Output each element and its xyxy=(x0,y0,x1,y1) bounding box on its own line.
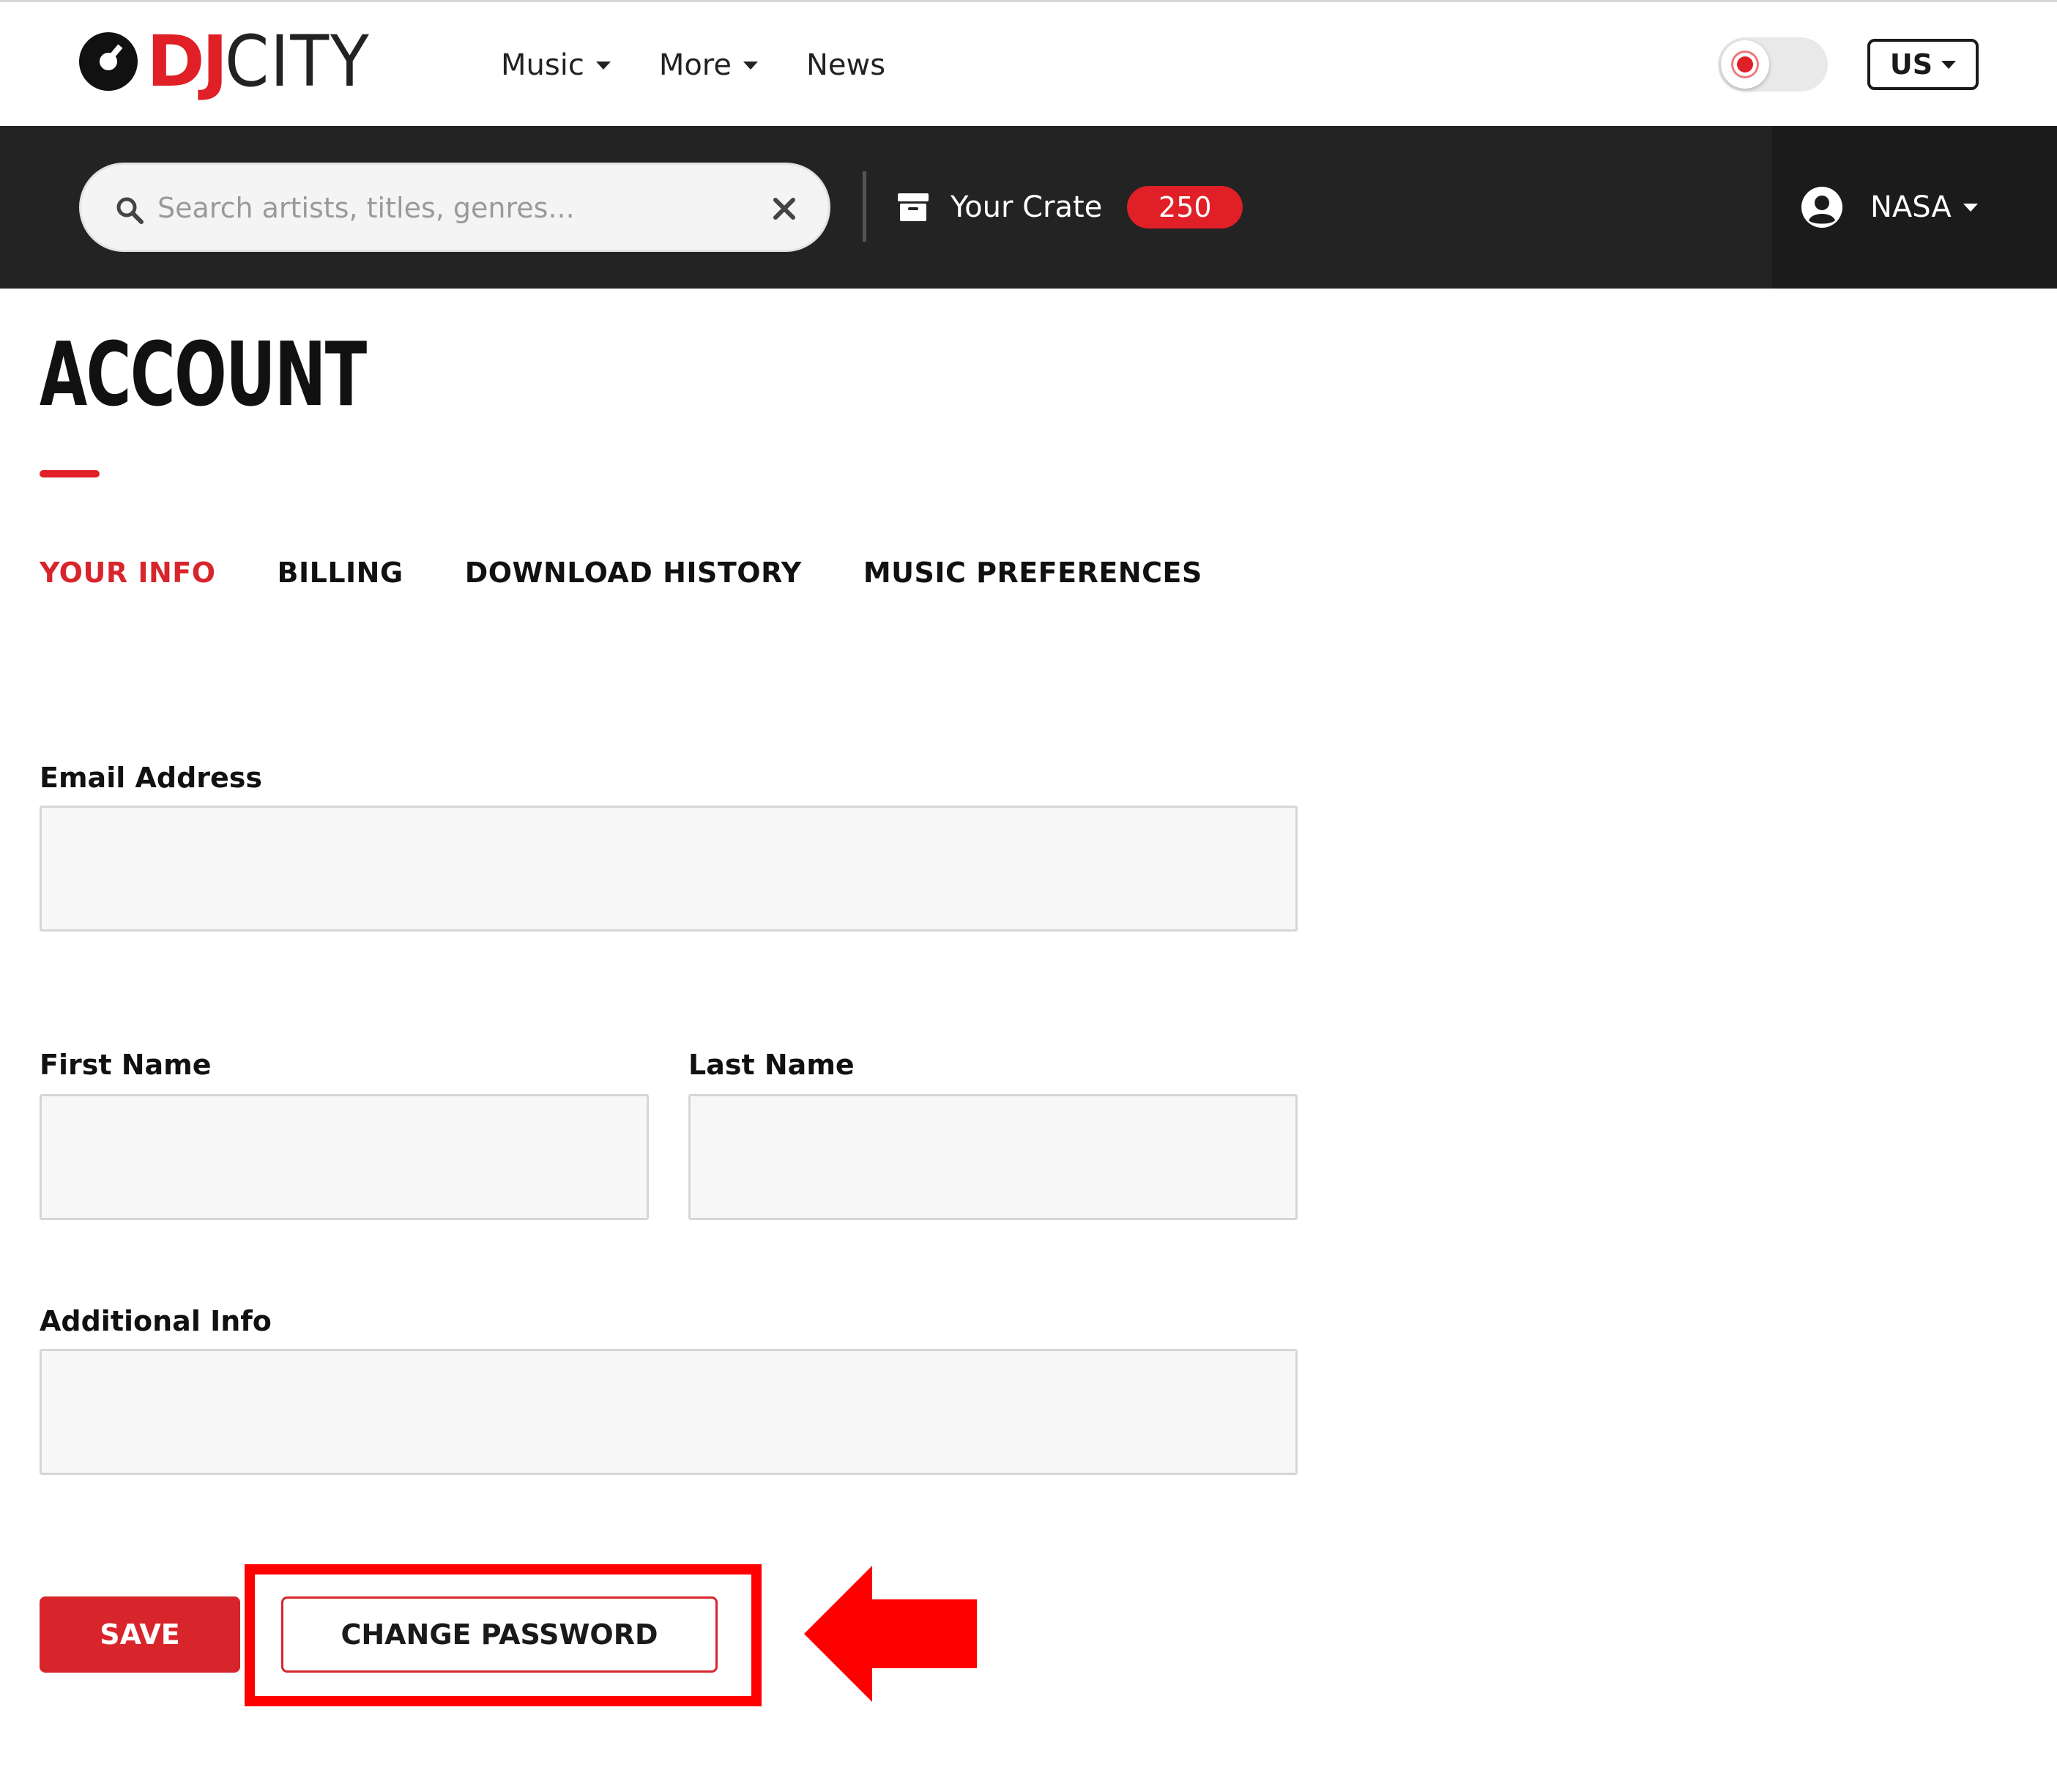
search-icon xyxy=(116,197,144,224)
tab-billing[interactable]: BILLING xyxy=(278,557,403,589)
close-icon[interactable] xyxy=(770,194,799,223)
main-nav: Music More News xyxy=(501,43,934,87)
nav-news[interactable]: News xyxy=(806,48,885,82)
search-toolbar: Your Crate 250 NASA xyxy=(0,126,2057,289)
toolbar-divider xyxy=(863,171,866,242)
additional-info-label: Additional Info xyxy=(40,1305,272,1337)
region-label: US xyxy=(1889,48,1933,81)
sun-icon xyxy=(1737,56,1753,73)
arrow-left-icon xyxy=(804,1566,977,1702)
crate-label: Your Crate xyxy=(951,190,1103,224)
account-tabs: YOUR INFO BILLING DOWNLOAD HISTORY MUSIC… xyxy=(40,557,1264,589)
toggle-knob xyxy=(1721,40,1769,89)
nav-more-label: More xyxy=(658,48,732,82)
chevron-down-icon xyxy=(1941,60,1957,69)
first-name-field[interactable] xyxy=(40,1094,649,1220)
nav-music[interactable]: Music xyxy=(501,48,611,82)
email-label: Email Address xyxy=(40,762,263,794)
email-field[interactable] xyxy=(40,806,1298,932)
user-menu[interactable]: NASA xyxy=(1801,183,1978,231)
chevron-down-icon xyxy=(595,61,611,70)
nav-news-label: News xyxy=(806,48,886,82)
user-menu-area: NASA xyxy=(1772,126,2057,289)
title-underline xyxy=(40,470,100,477)
top-navigation: DJ CITY Music More News US xyxy=(0,0,2057,126)
change-password-button[interactable]: CHANGE PASSWORD xyxy=(281,1596,718,1673)
last-name-label: Last Name xyxy=(688,1049,855,1081)
nav-more[interactable]: More xyxy=(659,48,758,82)
vinyl-record-icon xyxy=(79,32,138,91)
theme-toggle[interactable] xyxy=(1718,37,1828,92)
save-button[interactable]: SAVE xyxy=(40,1596,240,1673)
search-input[interactable] xyxy=(157,179,758,237)
user-name: NASA xyxy=(1870,190,1952,224)
your-crate-link[interactable]: Your Crate 250 xyxy=(898,185,1243,230)
logo-text-dj: DJ xyxy=(146,21,228,103)
tab-download-history[interactable]: DOWNLOAD HISTORY xyxy=(465,557,802,589)
tab-music-preferences[interactable]: MUSIC PREFERENCES xyxy=(863,557,1202,589)
nav-music-label: Music xyxy=(501,48,584,82)
first-name-label: First Name xyxy=(40,1049,212,1081)
archive-box-icon xyxy=(898,193,929,221)
crate-count-badge: 250 xyxy=(1127,186,1243,228)
djcity-logo[interactable]: DJ CITY xyxy=(79,21,387,103)
tab-your-info[interactable]: YOUR INFO xyxy=(40,557,216,589)
logo-text-city: CITY xyxy=(225,21,371,103)
last-name-field[interactable] xyxy=(688,1094,1298,1220)
search-box xyxy=(79,163,830,252)
page-title: ACCOUNT xyxy=(40,324,367,426)
chevron-down-icon xyxy=(1963,203,1978,212)
user-avatar-icon xyxy=(1801,187,1842,228)
chevron-down-icon xyxy=(743,61,758,70)
additional-info-field[interactable] xyxy=(40,1349,1298,1475)
region-selector[interactable]: US xyxy=(1867,39,1979,90)
